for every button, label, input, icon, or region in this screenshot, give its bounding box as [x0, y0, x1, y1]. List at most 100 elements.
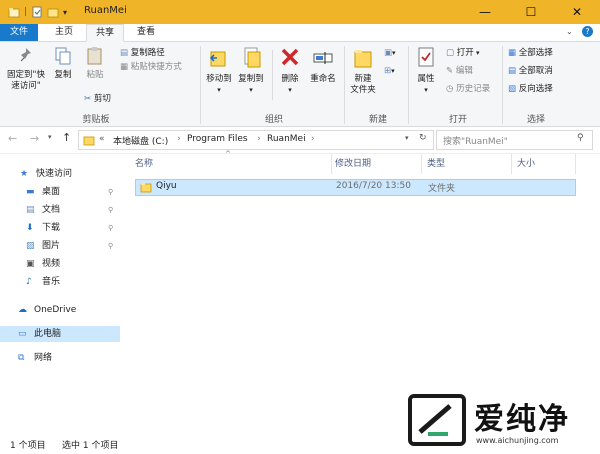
- nav-this-pc[interactable]: ▭ 此电脑: [0, 326, 120, 342]
- nav-quick-access[interactable]: ★ 快速访问: [0, 166, 120, 182]
- group-divider: [272, 50, 273, 100]
- breadcrumb-ruanmei[interactable]: RuanMei: [267, 134, 306, 144]
- window-title: RuanMei: [84, 5, 127, 16]
- nav-label: 快速访问: [36, 169, 73, 179]
- overflow-chevron-icon[interactable]: «: [99, 134, 105, 144]
- nav-documents[interactable]: ▤ 文档 ⚲: [0, 202, 120, 218]
- new-folder-icon[interactable]: [47, 6, 59, 18]
- new-folder-button[interactable]: 新建 文件夹: [346, 46, 380, 96]
- paste-shortcut-icon: ▦: [120, 62, 129, 72]
- move-to-button[interactable]: 移动到 ▾: [204, 46, 234, 96]
- column-divider[interactable]: [421, 154, 422, 174]
- paste-shortcut-label: 粘贴快捷方式: [130, 62, 182, 72]
- column-header-name[interactable]: 名称: [135, 154, 153, 174]
- close-button[interactable]: ✕: [554, 0, 600, 24]
- column-divider[interactable]: [331, 154, 332, 174]
- table-row[interactable]: Qiyu 2016/7/20 13:50 文件夹: [135, 179, 576, 196]
- recent-locations-icon[interactable]: ▾: [48, 133, 52, 141]
- history-button: ◷ 历史记录: [446, 84, 490, 95]
- rename-icon: [313, 52, 333, 64]
- select-all-label: 全部选择: [518, 48, 553, 58]
- copy-path-button[interactable]: ▤ 复制路径: [120, 48, 165, 59]
- delete-button[interactable]: 删除 ▾: [276, 46, 304, 96]
- nav-pictures[interactable]: ▨ 图片 ⚲: [0, 238, 120, 254]
- select-none-icon: ▤: [508, 66, 517, 76]
- group-divider: [200, 46, 201, 124]
- tab-view[interactable]: 查看: [126, 24, 166, 41]
- nav-network[interactable]: ⧉ 网络: [0, 350, 120, 366]
- search-input[interactable]: 搜索"RuanMei": [443, 134, 508, 147]
- cut-button[interactable]: ✂ 剪切: [84, 94, 111, 105]
- star-icon: ★: [20, 169, 29, 179]
- column-divider[interactable]: [575, 154, 576, 174]
- ribbon: 固定到"快 速访问" 复制 粘贴 ▤ 复制路径 ▦ 粘贴快捷方式 ✂ 剪切 剪贴…: [0, 42, 600, 127]
- properties-button[interactable]: 属性 ▾: [412, 46, 440, 96]
- new-item-button[interactable]: ▣▾: [384, 48, 396, 59]
- nav-label: 视频: [42, 259, 61, 269]
- invert-selection-button[interactable]: ▧ 反向选择: [508, 84, 553, 95]
- breadcrumb-program-files[interactable]: Program Files: [187, 134, 248, 144]
- desktop-icon: ▬: [26, 187, 35, 197]
- search-icon[interactable]: ⚲: [577, 133, 584, 143]
- pin-quick-access-button[interactable]: 固定到"快 速访问": [4, 46, 48, 92]
- rename-button[interactable]: 重命名: [306, 46, 340, 85]
- column-divider[interactable]: [511, 154, 512, 174]
- file-modified: 2016/7/20 13:50: [336, 181, 411, 191]
- tab-home[interactable]: 主页: [44, 24, 84, 41]
- network-icon: ⧉: [18, 353, 25, 363]
- select-none-button[interactable]: ▤ 全部取消: [508, 66, 553, 77]
- maximize-button[interactable]: ☐: [508, 0, 554, 24]
- up-arrow-icon[interactable]: ↑: [62, 131, 71, 144]
- cloud-icon: ☁: [18, 305, 27, 315]
- edit-button: ✎ 编辑: [446, 66, 473, 77]
- breadcrumb-separator-icon[interactable]: ›: [311, 134, 315, 144]
- column-header-size[interactable]: 大小: [517, 154, 535, 174]
- copy-button[interactable]: 复制: [50, 46, 76, 81]
- breadcrumb-c-drive[interactable]: 本地磁盘 (C:): [113, 134, 168, 147]
- copy-to-button[interactable]: 复制到 ▾: [236, 46, 266, 96]
- move-to-label: 移动到: [206, 74, 232, 84]
- customize-qa-icon[interactable]: ▾: [63, 8, 67, 17]
- breadcrumb-separator-icon[interactable]: ›: [257, 134, 261, 144]
- column-header-type[interactable]: 类型: [427, 154, 445, 174]
- nav-downloads[interactable]: ⬇ 下载 ⚲: [0, 220, 120, 236]
- forward-arrow-icon[interactable]: →: [30, 132, 39, 145]
- paste-button: 粘贴: [80, 46, 110, 81]
- column-header-modified[interactable]: 修改日期: [335, 154, 371, 174]
- group-divider: [502, 46, 503, 124]
- nav-label: 此电脑: [34, 329, 62, 339]
- help-icon[interactable]: ?: [582, 26, 593, 37]
- chevron-down-icon: ▾: [288, 86, 292, 94]
- breadcrumb-separator-icon[interactable]: ›: [177, 134, 181, 144]
- chevron-down-icon: ▾: [473, 49, 480, 57]
- search-box[interactable]: 搜索"RuanMei" ⚲: [436, 130, 593, 150]
- nav-onedrive[interactable]: ☁ OneDrive: [0, 302, 120, 318]
- invert-selection-label: 反向选择: [518, 84, 553, 94]
- select-all-button[interactable]: ▦ 全部选择: [508, 48, 553, 59]
- nav-music[interactable]: ♪ 音乐: [0, 274, 120, 290]
- nav-videos[interactable]: ▣ 视频: [0, 256, 120, 272]
- download-icon: ⬇: [26, 223, 34, 233]
- music-icon: ♪: [26, 277, 32, 287]
- minimize-button[interactable]: —: [462, 0, 508, 24]
- chevron-down-icon: ▾: [217, 86, 221, 94]
- folder-icon: [140, 183, 152, 193]
- pin-icon: ⚲: [108, 242, 114, 250]
- nav-label: 下载: [42, 223, 61, 233]
- computer-icon: ▭: [18, 329, 27, 339]
- properties-icon[interactable]: [31, 6, 43, 18]
- nav-desktop[interactable]: ▬ 桌面 ⚲: [0, 184, 120, 200]
- open-group-label: 打开: [448, 115, 467, 125]
- tab-file[interactable]: 文件: [0, 24, 38, 41]
- back-arrow-icon[interactable]: ←: [8, 132, 17, 145]
- scissors-icon: ✂: [84, 94, 92, 104]
- address-dropdown-icon[interactable]: ▾: [405, 134, 409, 142]
- file-type: 文件夹: [428, 184, 456, 194]
- easy-access-button[interactable]: ⊞▾: [384, 66, 395, 77]
- address-bar[interactable]: « 本地磁盘 (C:) › Program Files › RuanMei › …: [78, 130, 434, 150]
- collapse-ribbon-icon[interactable]: ⌄: [566, 27, 573, 36]
- folder-icon: [83, 136, 95, 146]
- open-button[interactable]: ▢ 打开 ▾: [446, 48, 480, 59]
- tab-share[interactable]: 共享: [86, 24, 124, 42]
- refresh-icon[interactable]: ↻: [419, 133, 427, 143]
